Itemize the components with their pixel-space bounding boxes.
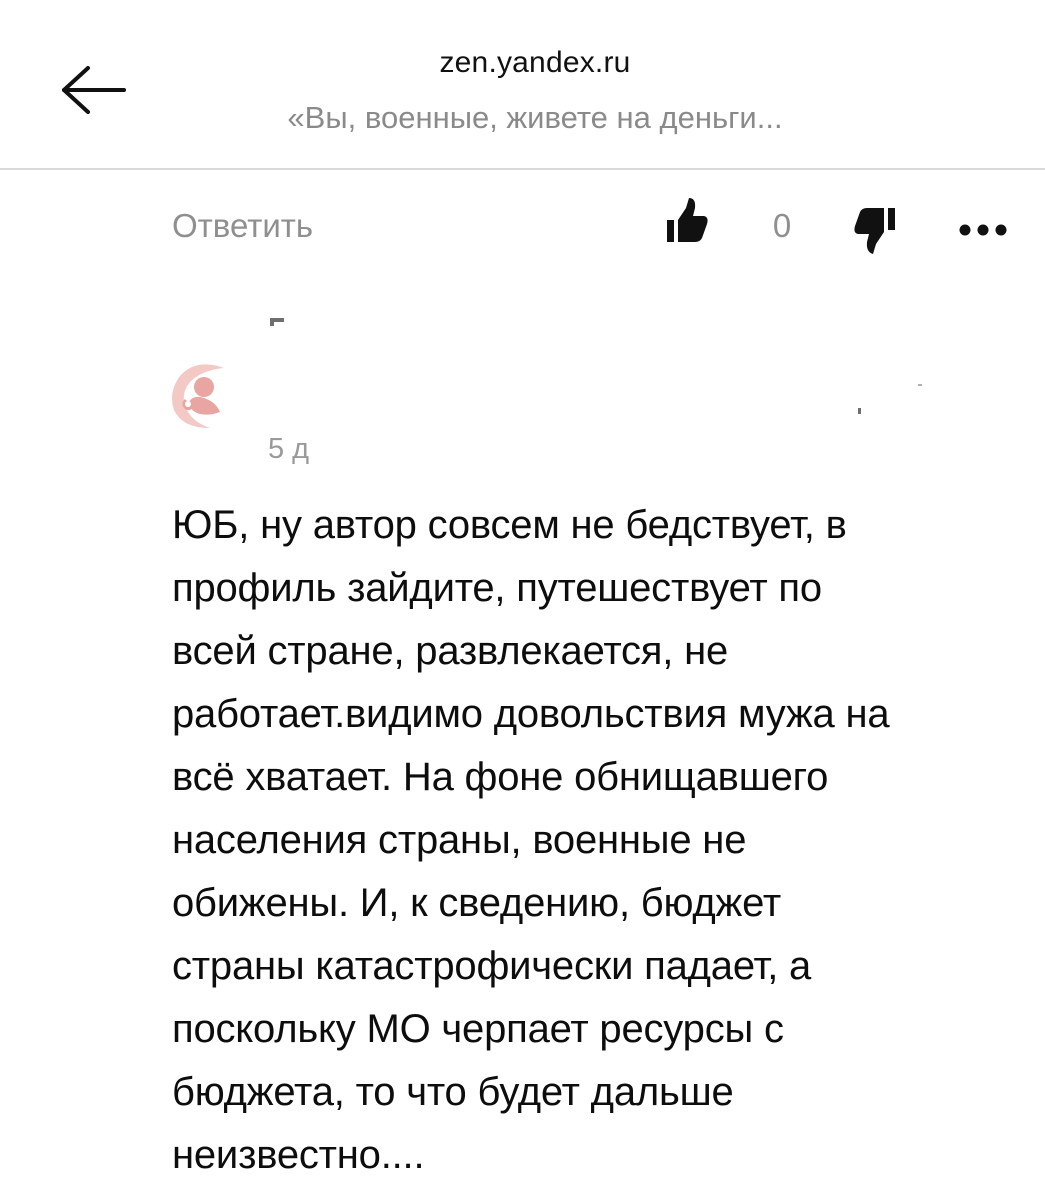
more-button[interactable] bbox=[956, 218, 1010, 242]
like-count: 0 bbox=[772, 207, 792, 244]
comment-line: поскольку МО черпает ресурсы с bbox=[172, 1007, 784, 1051]
comment-line: работает.видимо довольствия мужа на bbox=[172, 692, 890, 736]
redaction-mark bbox=[270, 318, 274, 326]
comment-line: населения страны, военные не bbox=[172, 818, 747, 862]
comment-line: всей стране, развлекается, не bbox=[172, 629, 729, 673]
top-bar: zen.yandex.ru «Вы, военные, живете на де… bbox=[0, 0, 1045, 168]
redaction-mark bbox=[918, 384, 922, 386]
site-domain: zen.yandex.ru bbox=[439, 46, 631, 79]
comment-line: страны катастрофически падает, а bbox=[172, 944, 812, 988]
comment-line: бюджета, то что будет дальше bbox=[172, 1070, 734, 1114]
thumbs-down-icon bbox=[854, 208, 895, 254]
comment-line: ЮБ, ну автор совсем не бедствует, в bbox=[172, 503, 847, 547]
avatar-icon bbox=[166, 360, 236, 430]
commenter-avatar[interactable] bbox=[166, 360, 236, 430]
thumbs-up-icon bbox=[667, 198, 708, 242]
more-dots-icon bbox=[959, 224, 1007, 236]
comment-line: всё хватает. На фоне обнищавшего bbox=[172, 755, 829, 799]
comment-timestamp: 5 д bbox=[268, 433, 310, 465]
comment-line: неизвестно.... bbox=[172, 1133, 425, 1177]
redaction-mark bbox=[858, 408, 861, 414]
comment-line: профиль зайдите, путешествует по bbox=[172, 566, 822, 610]
like-button[interactable] bbox=[664, 196, 710, 246]
header-divider bbox=[0, 168, 1045, 170]
comment-body: ЮБ, ну автор совсем не бедствует, в проф… bbox=[172, 494, 1022, 1187]
comment-line: обижены. И, к сведению, бюджет bbox=[172, 881, 781, 925]
reply-button[interactable]: Ответить bbox=[172, 207, 313, 245]
article-title: «Вы, военные, живете на деньги... bbox=[287, 100, 783, 135]
dislike-button[interactable] bbox=[852, 206, 898, 262]
